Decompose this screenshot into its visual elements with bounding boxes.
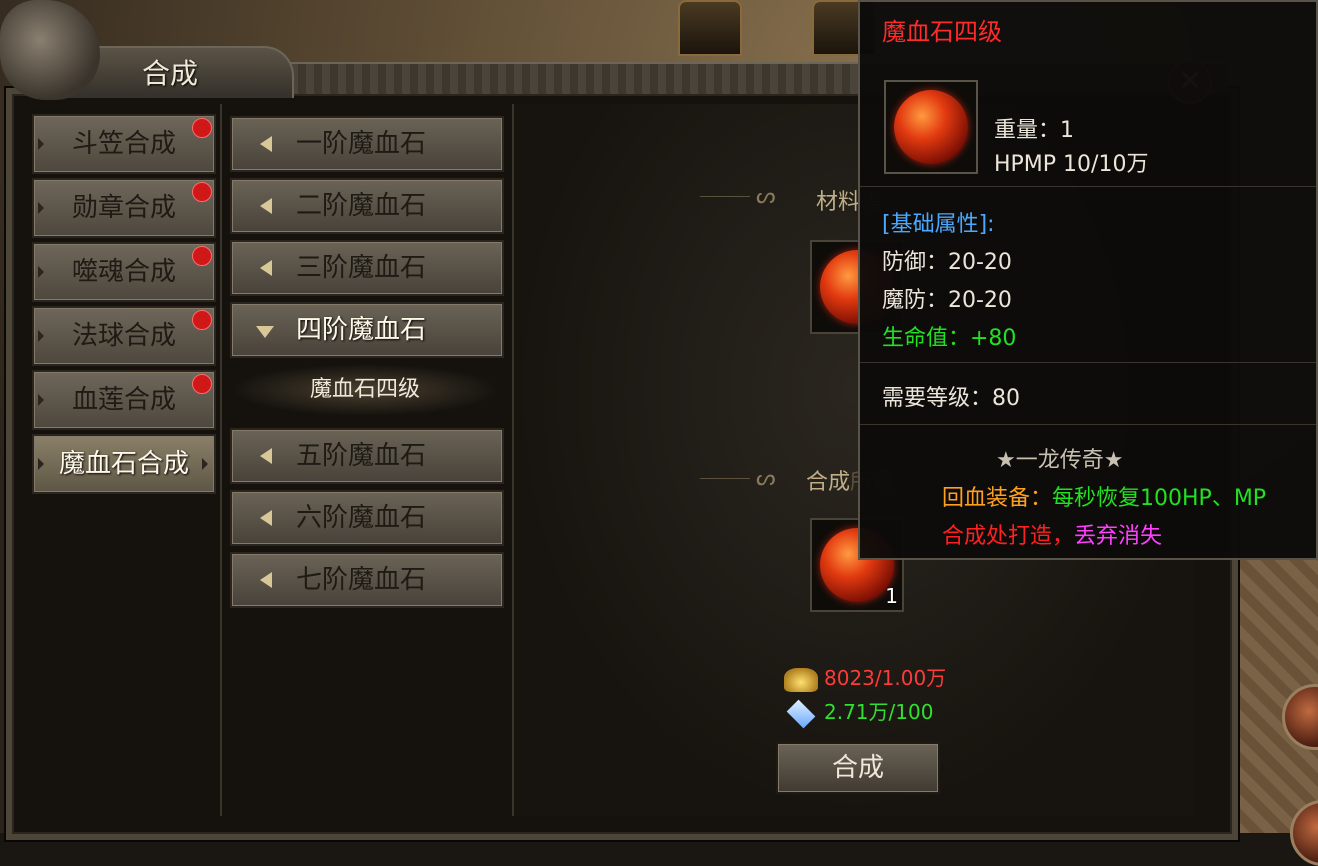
chevron-left-icon: [260, 260, 272, 276]
gold-cost-value: 8023/1.00万: [824, 666, 947, 690]
tooltip-divider: [860, 362, 1316, 363]
gold-cost: 8023/1.00万: [784, 662, 946, 692]
category-label: 魔血石合成: [58, 449, 189, 479]
category-label: 斗笠合成: [71, 129, 176, 159]
tier-label: 一阶魔血石: [296, 129, 427, 159]
tier-label: 四阶魔血石: [296, 315, 427, 345]
diamond-cost-value: 2.71万/100: [824, 700, 934, 724]
item-weight: 重量：1: [994, 118, 1074, 143]
chevron-right-icon: [38, 458, 44, 470]
craft-button[interactable]: 合成: [776, 742, 940, 794]
chevron-left-icon: [260, 572, 272, 588]
tier-label: 五阶魔血石: [296, 441, 427, 471]
alert-dot-icon: [192, 310, 212, 330]
chevron-right-icon: [38, 394, 44, 406]
chevron-right-icon: [38, 202, 44, 214]
tier-3-blood-stone[interactable]: 三阶魔血石: [230, 240, 504, 296]
base-attributes-header: [基础属性]:: [882, 212, 995, 237]
diamond-icon: [786, 699, 816, 728]
result-glyph: ᔕ: [756, 466, 776, 491]
chevron-right-icon: [38, 330, 44, 342]
category-soul-synthesis[interactable]: 噬魂合成: [32, 242, 216, 302]
magic-defense-stat: 魔防：20-20: [882, 288, 1012, 313]
tier-7-blood-stone[interactable]: 七阶魔血石: [230, 552, 504, 608]
item-count: 1: [885, 584, 898, 608]
chevron-down-icon: [256, 326, 274, 338]
building-roof-deco: [678, 0, 742, 56]
materials-glyph: ᔕ: [756, 184, 776, 209]
sub-item-blood-stone-level-4[interactable]: 魔血石四级: [230, 364, 500, 416]
chevron-right-icon: [38, 138, 44, 150]
chevron-left-icon: [260, 198, 272, 214]
category-label: 噬魂合成: [71, 257, 176, 287]
section-divider: [700, 478, 750, 479]
defense-stat: 防御：20-20: [882, 250, 1012, 275]
section-divider: [700, 196, 750, 197]
craft-note-line: 合成处打造，丢弃消失: [942, 524, 1163, 549]
chevron-left-icon: [260, 510, 272, 526]
tier-label: 六阶魔血石: [296, 503, 427, 533]
chevron-left-icon: [260, 136, 272, 152]
tooltip-item-slot: [884, 80, 978, 174]
chevron-left-icon: [260, 448, 272, 464]
column-divider: [220, 104, 222, 816]
tooltip-divider: [860, 424, 1316, 425]
tier-2-blood-stone[interactable]: 二阶魔血石: [230, 178, 504, 234]
tier-label: 七阶魔血石: [296, 565, 427, 595]
alert-dot-icon: [192, 118, 212, 138]
category-label: 法球合成: [71, 321, 176, 351]
set-name: ★一龙传奇★: [996, 448, 1124, 473]
category-medal-synthesis[interactable]: 勋章合成: [32, 178, 216, 238]
tier-5-blood-stone[interactable]: 五阶魔血石: [230, 428, 504, 484]
required-level: 需要等级：80: [882, 386, 1020, 411]
alert-dot-icon: [192, 246, 212, 266]
life-stat: 生命值：+80: [882, 326, 1017, 351]
category-blood-lotus-synthesis[interactable]: 血莲合成: [32, 370, 216, 430]
category-blood-stone-synthesis[interactable]: 魔血石合成: [32, 434, 216, 494]
recover-equipment-line: 回血装备：每秒恢复100HP、MP: [942, 486, 1267, 511]
category-label: 血莲合成: [71, 385, 176, 415]
magic-blood-stone-icon: [894, 90, 968, 164]
diamond-cost: 2.71万/100: [784, 696, 934, 728]
tooltip-title: 魔血石四级: [882, 18, 1002, 46]
item-tooltip: 魔血石四级 重量：1 HPMP 10/10万 [基础属性]: 防御：20-20 …: [858, 0, 1318, 560]
category-label: 勋章合成: [71, 193, 176, 223]
tier-1-blood-stone[interactable]: 一阶魔血石: [230, 116, 504, 172]
tier-4-blood-stone[interactable]: 四阶魔血石: [230, 302, 504, 358]
item-hpmp: HPMP 10/10万: [994, 152, 1149, 177]
category-orb-synthesis[interactable]: 法球合成: [32, 306, 216, 366]
category-hat-synthesis[interactable]: 斗笠合成: [32, 114, 216, 174]
alert-dot-icon: [192, 182, 212, 202]
alert-dot-icon: [192, 374, 212, 394]
chevron-right-icon: [202, 458, 208, 470]
tooltip-divider: [860, 186, 1316, 187]
chevron-right-icon: [38, 266, 44, 278]
tier-label: 二阶魔血石: [296, 191, 427, 221]
tier-label: 三阶魔血石: [296, 253, 427, 283]
gold-ingot-icon: [784, 667, 818, 692]
tier-6-blood-stone[interactable]: 六阶魔血石: [230, 490, 504, 546]
